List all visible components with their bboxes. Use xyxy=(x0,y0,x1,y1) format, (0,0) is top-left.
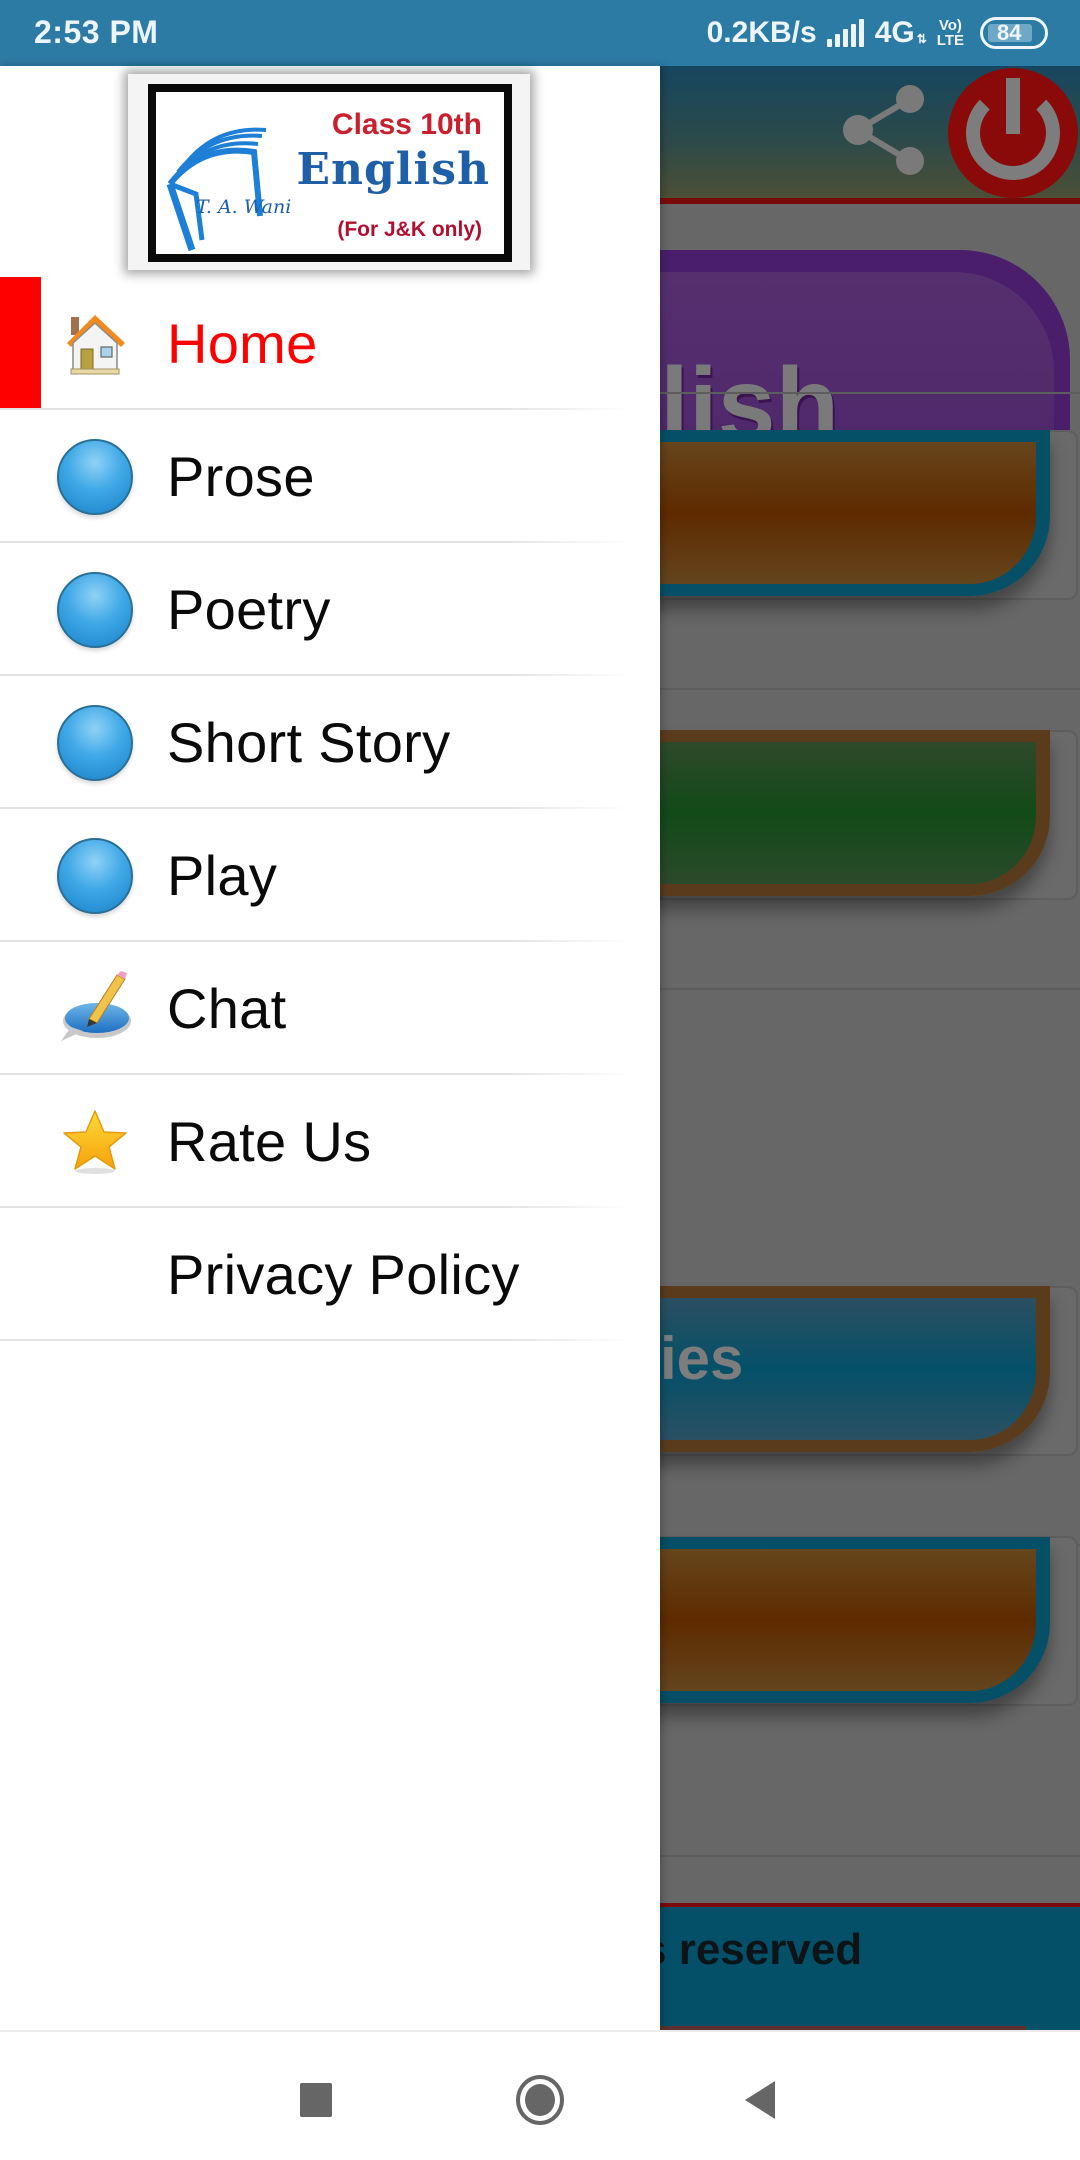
menu-item-poetry[interactable]: Poetry xyxy=(0,543,660,676)
drawer-menu: Home Prose Poetry Short Story Play Chat … xyxy=(0,277,660,1341)
back-button[interactable] xyxy=(745,2081,775,2119)
system-navigation-bar xyxy=(0,2030,1080,2160)
volte-bottom: LTE xyxy=(936,32,964,49)
menu-item-prose[interactable]: Prose xyxy=(0,410,660,543)
data-activity-icon: ⇅ xyxy=(916,32,927,46)
network-type: 4G xyxy=(874,16,915,49)
menu-item-label: Poetry xyxy=(167,578,331,641)
menu-item-home[interactable]: Home xyxy=(0,277,660,410)
menu-item-label: Rate Us xyxy=(167,1110,372,1173)
menu-item-chat[interactable]: Chat xyxy=(0,942,660,1075)
menu-item-rate-us[interactable]: Rate Us xyxy=(0,1075,660,1208)
menu-item-label: Chat xyxy=(167,977,287,1040)
book-icon xyxy=(166,127,267,252)
menu-item-label: Play xyxy=(167,844,278,907)
menu-item-label: Short Story xyxy=(167,711,451,774)
navigation-drawer: T. A. Wani Class 10th English (For J&K o… xyxy=(0,66,660,2030)
battery-level: 84 xyxy=(997,20,1022,45)
menu-item-label: Home xyxy=(167,312,318,375)
chat-pencil-icon xyxy=(55,969,135,1049)
house-icon xyxy=(55,304,135,384)
blue-ball-icon xyxy=(55,703,135,783)
drawer-scrim[interactable] xyxy=(660,66,1080,2030)
status-time: 2:53 PM xyxy=(34,14,159,50)
active-indicator xyxy=(0,277,41,408)
recents-button[interactable] xyxy=(300,2083,332,2117)
menu-item-short-story[interactable]: Short Story xyxy=(0,676,660,809)
logo-author: T. A. Wani xyxy=(196,196,292,218)
logo-class: Class 10th xyxy=(331,108,482,141)
blue-ball-icon xyxy=(55,570,135,650)
signal-strength-icon xyxy=(826,19,867,47)
battery-icon: 84 xyxy=(980,17,1048,49)
menu-item-label: Privacy Policy xyxy=(167,1243,520,1306)
home-button[interactable] xyxy=(516,2075,564,2125)
status-indicators: 0.2KB/s 4G ⇅ Vo) LTE 84 xyxy=(707,0,1048,66)
volte-top: Vo) xyxy=(938,17,962,34)
volte-icon: Vo) LTE xyxy=(937,18,964,48)
blue-ball-icon xyxy=(55,437,135,517)
logo-subject: English xyxy=(296,144,490,195)
drawer-header: T. A. Wani Class 10th English (For J&K o… xyxy=(0,66,660,277)
menu-item-play[interactable]: Play xyxy=(0,809,660,942)
app-logo: T. A. Wani Class 10th English (For J&K o… xyxy=(128,74,530,270)
blue-ball-icon xyxy=(55,836,135,916)
network-speed: 0.2KB/s xyxy=(706,16,817,49)
logo-region: (For J&K only) xyxy=(337,218,482,241)
menu-item-privacy-policy[interactable]: Privacy Policy xyxy=(0,1208,660,1341)
status-bar: 2:53 PM 0.2KB/s 4G ⇅ Vo) LTE 84 xyxy=(0,0,1080,66)
menu-item-label: Prose xyxy=(167,445,315,508)
star-icon xyxy=(55,1102,135,1182)
